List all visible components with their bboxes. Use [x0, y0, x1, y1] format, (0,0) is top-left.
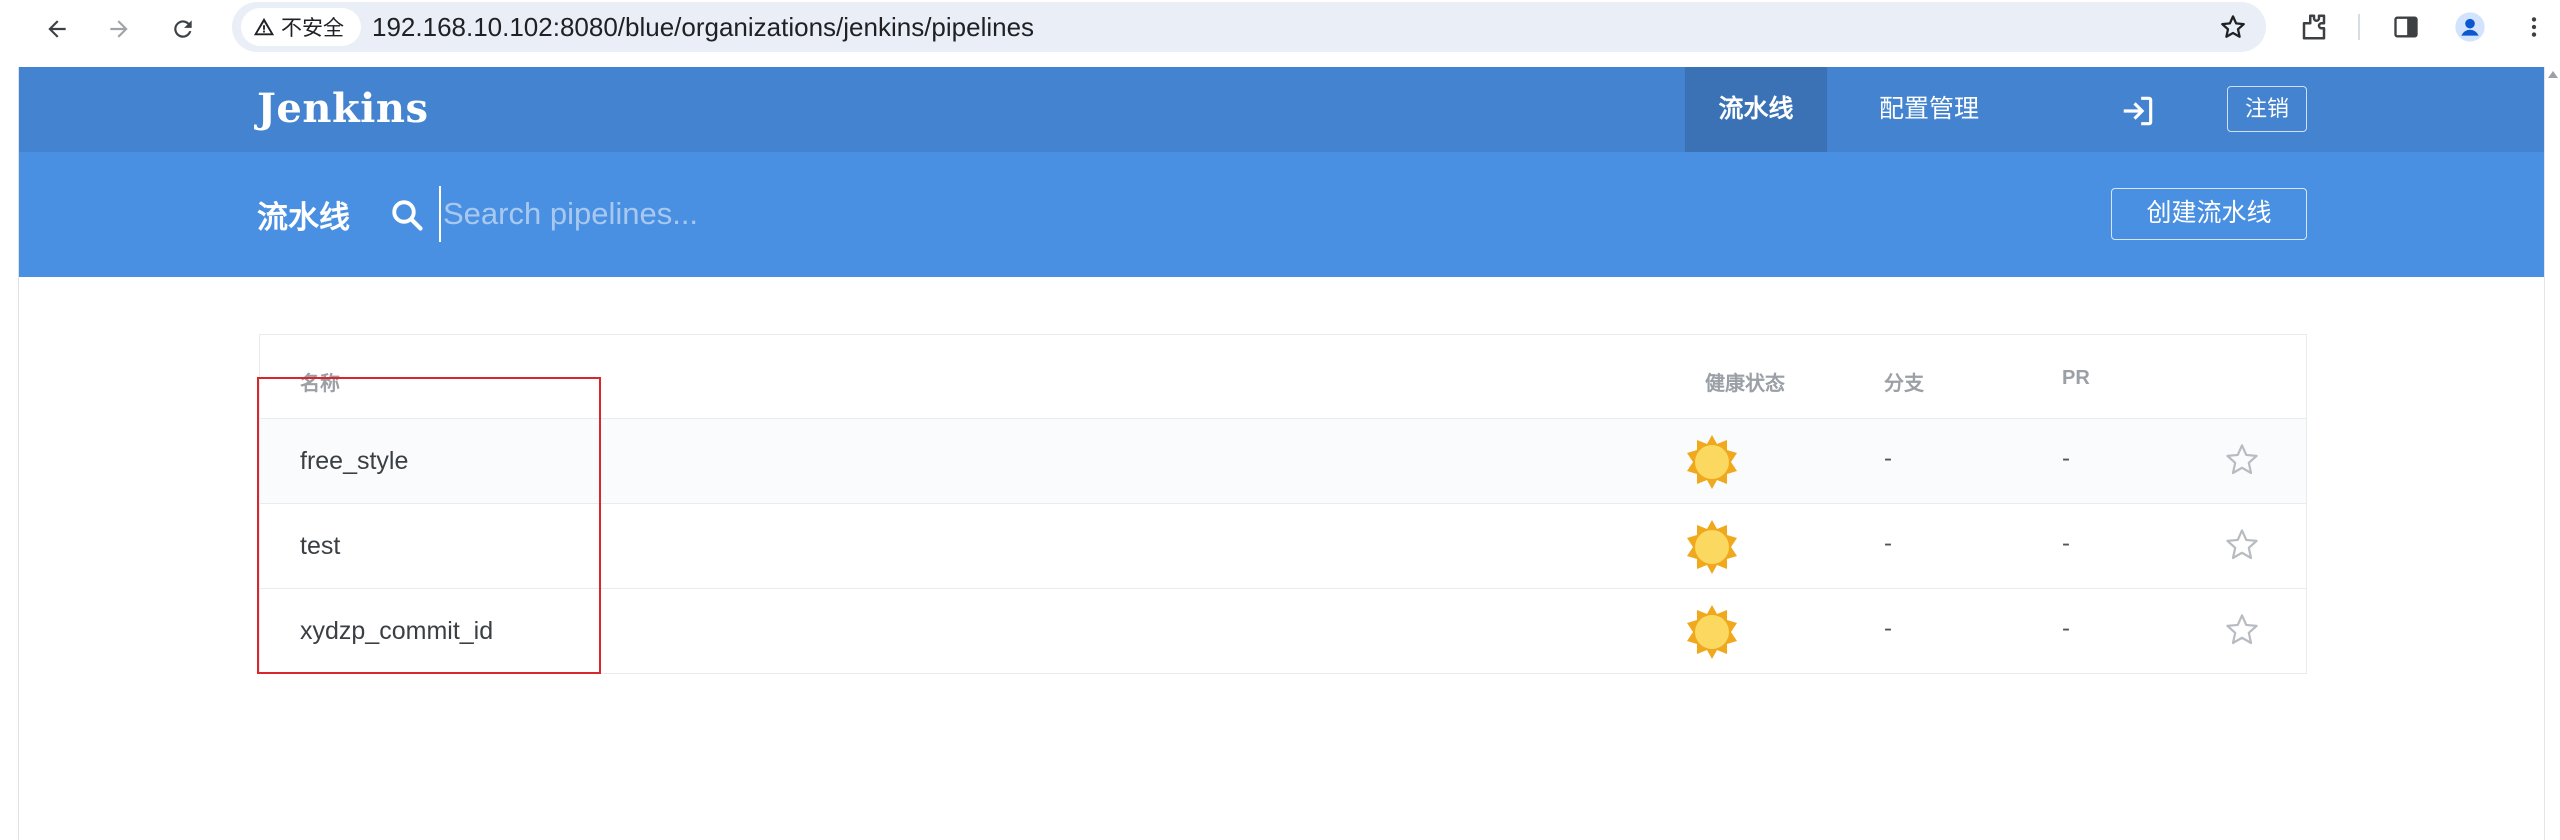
address-bar[interactable]: 不安全 192.168.10.102:8080/blue/organizatio…	[232, 2, 2266, 52]
table-header: 名称 健康状态 分支 PR	[260, 335, 2306, 419]
search-icon	[392, 200, 423, 231]
back-button[interactable]	[38, 10, 76, 48]
branches-value: -	[1884, 530, 1892, 557]
profile-button[interactable]	[2452, 9, 2488, 45]
sunny-weather-icon	[1687, 435, 1737, 489]
logout-button[interactable]: 注销	[2227, 86, 2307, 132]
pipelines-table: 名称 健康状态 分支 PR free_style - - test - - xy…	[259, 334, 2307, 674]
search-input[interactable]	[439, 186, 1339, 242]
page-viewport: Jenkins 流水线 配置管理 注销 流水线 创建流水线 名称 健康状态 分支…	[18, 67, 2545, 840]
scroll-up-arrow-icon[interactable]	[2548, 71, 2558, 78]
table-row[interactable]: free_style - -	[260, 419, 2306, 504]
url-text[interactable]: 192.168.10.102:8080/blue/organizations/j…	[372, 2, 1034, 52]
favorite-star-icon[interactable]	[2223, 526, 2261, 564]
avatar-icon	[2455, 12, 2485, 42]
reload-button[interactable]	[164, 10, 202, 48]
table-row[interactable]: test - -	[260, 504, 2306, 589]
browser-toolbar: 不安全 192.168.10.102:8080/blue/organizatio…	[0, 0, 2560, 67]
table-row[interactable]: xydzp_commit_id - -	[260, 589, 2306, 674]
sunny-weather-icon	[1687, 520, 1737, 574]
pipeline-name[interactable]: xydzp_commit_id	[300, 617, 493, 646]
toolbar-divider	[2358, 14, 2360, 40]
favorite-star-icon[interactable]	[2223, 441, 2261, 479]
branches-value: -	[1884, 615, 1892, 642]
arrow-right-icon	[110, 20, 128, 38]
column-header-name[interactable]: 名称	[300, 367, 340, 396]
column-header-branches[interactable]: 分支	[1884, 367, 1924, 396]
pr-value: -	[2062, 615, 2070, 642]
tab-pipelines[interactable]: 流水线	[1685, 67, 1827, 152]
pipeline-name[interactable]: free_style	[300, 447, 408, 476]
create-pipeline-button[interactable]: 创建流水线	[2111, 188, 2307, 240]
column-header-health[interactable]: 健康状态	[1705, 367, 1785, 396]
sign-in-icon[interactable]	[2119, 92, 2157, 130]
reload-icon	[174, 20, 192, 38]
arrow-left-icon	[48, 20, 66, 38]
jenkins-top-bar: Jenkins 流水线 配置管理 注销	[19, 67, 2545, 152]
warning-icon	[253, 17, 275, 36]
extensions-button[interactable]	[2296, 9, 2332, 45]
security-label: 不安全	[281, 17, 344, 40]
pr-value: -	[2062, 530, 2070, 557]
pr-value: -	[2062, 445, 2070, 472]
pipelines-sub-bar: 流水线 创建流水线	[19, 152, 2545, 277]
kebab-menu-icon	[2531, 17, 2537, 37]
sunny-weather-icon	[1687, 605, 1737, 659]
column-header-pr[interactable]: PR	[2062, 367, 2090, 390]
puzzle-icon	[2302, 14, 2326, 40]
jenkins-logo[interactable]: Jenkins	[257, 85, 428, 132]
vertical-scrollbar[interactable]	[2544, 67, 2560, 840]
forward-button[interactable]	[100, 10, 138, 48]
tab-administration[interactable]: 配置管理	[1847, 67, 2011, 152]
page-title: 流水线	[257, 200, 350, 235]
pipeline-name[interactable]: test	[300, 532, 340, 561]
branches-value: -	[1884, 445, 1892, 472]
favorite-star-icon[interactable]	[2223, 611, 2261, 649]
bookmark-star-icon[interactable]	[2218, 12, 2248, 42]
side-panel-icon	[2394, 16, 2418, 38]
browser-menu-button[interactable]	[2516, 9, 2552, 45]
security-chip[interactable]: 不安全	[241, 8, 361, 46]
side-panel-button[interactable]	[2388, 9, 2424, 45]
